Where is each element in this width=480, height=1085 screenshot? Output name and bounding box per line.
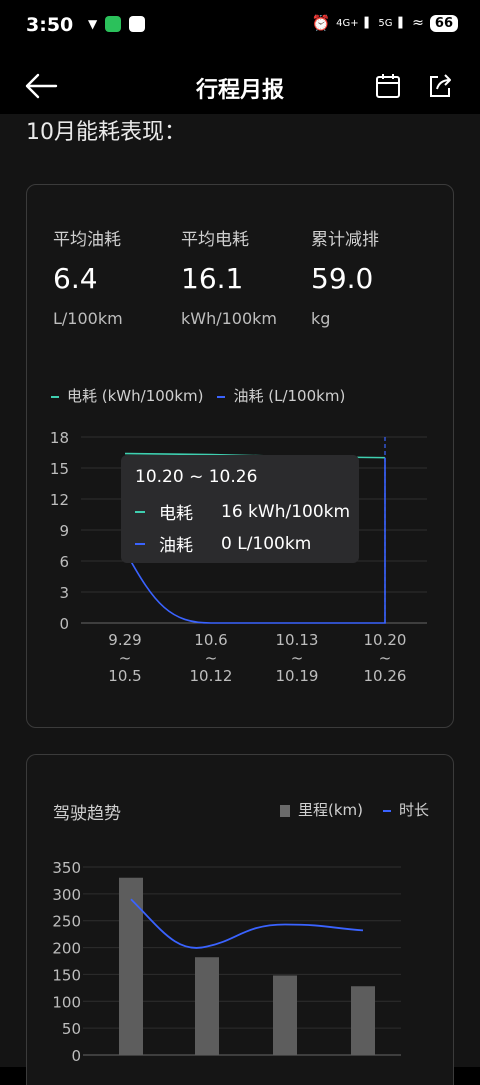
y-tick-label: 0 <box>71 1047 81 1065</box>
y-tick-label: 300 <box>52 886 81 904</box>
section-title: 10月能耗表现： <box>26 120 186 145</box>
stat-value: 59.0 <box>311 262 374 295</box>
wechat-icon <box>105 16 122 32</box>
x-tick-label: 10.13 <box>276 631 319 649</box>
chat-app-icon <box>129 16 146 32</box>
alarm-icon: ⏰ <box>311 14 331 32</box>
stat-unit: kWh/100km <box>181 309 278 328</box>
tooltip-title: 10.20 ~ 10.26 <box>135 467 258 487</box>
nav-bar: 行程月报 <box>0 52 480 114</box>
tooltip-row-name: 油耗 <box>159 536 193 556</box>
stat-value: 6.4 <box>53 262 98 295</box>
legend-electric[interactable]: 电耗 (kWh/100km) <box>51 385 203 406</box>
page-title: 行程月报 <box>195 78 284 103</box>
chart-tooltip: 10.20 ~ 10.26 电耗 16 kWh/100km 油耗 0 L/100… <box>121 455 359 563</box>
trend-card: 驾驶趋势 里程(km) 时长 0 50 100 150 200 250 300 350 <box>26 754 454 1085</box>
x-tick-label: 10.5 <box>108 667 141 685</box>
legend-electric-label: 电耗 (kWh/100km) <box>67 387 204 405</box>
energy-legend: 电耗 (kWh/100km) 油耗 (L/100km) <box>51 385 345 406</box>
y-tick-label: 200 <box>52 940 81 958</box>
tooltip-row-value: 0 L/100km <box>221 533 312 554</box>
status-bar: 3:50 ▼ ⏰ 4G+ ▌ 5G ▌ ≈ 66 <box>0 0 480 52</box>
status-right: ⏰ 4G+ ▌ 5G ▌ ≈ 66 <box>311 14 458 32</box>
y-tick-label: 6 <box>59 553 69 571</box>
y-tick-label: 3 <box>59 584 69 602</box>
x-tick-label: ~ <box>119 649 132 667</box>
mileage-bar <box>195 957 219 1055</box>
legend-mileage[interactable]: 里程(km) <box>279 799 363 820</box>
legend-duration[interactable]: 时长 <box>382 799 429 820</box>
y-tick-label: 12 <box>50 491 69 509</box>
y-tick-label: 150 <box>52 966 81 984</box>
wifi-icon: ≈ <box>412 15 424 31</box>
trend-chart[interactable]: 0 50 100 150 200 250 300 350 <box>27 845 453 1085</box>
stat-label: 累计减排 <box>311 230 379 250</box>
stat-value: 16.1 <box>181 262 244 295</box>
trend-title: 驾驶趋势 <box>53 804 121 824</box>
x-tick-label: ~ <box>205 649 218 667</box>
signal-icon: ▌ <box>364 17 373 29</box>
tooltip-row-electric: 电耗 16 kWh/100km <box>135 499 350 524</box>
network-4g: 4G+ <box>336 17 359 29</box>
legend-duration-label: 时长 <box>398 801 429 819</box>
stat-fuel: 平均油耗 6.4 L/100km <box>53 225 123 328</box>
x-tick-label: 10.26 <box>364 667 407 685</box>
mileage-bar <box>351 986 375 1055</box>
y-tick-label: 50 <box>62 1020 81 1038</box>
stat-unit: kg <box>311 309 331 328</box>
y-tick-label: 18 <box>50 429 69 447</box>
stat-emission: 累计减排 59.0 kg <box>311 225 379 328</box>
calendar-icon[interactable] <box>372 70 404 102</box>
stat-label: 平均电耗 <box>181 230 249 250</box>
y-tick-label: 100 <box>52 993 81 1011</box>
legend-fuel-label: 油耗 (L/100km) <box>233 387 346 405</box>
x-tick-label: ~ <box>379 649 392 667</box>
report-content[interactable]: 10月能耗表现： 平均油耗 6.4 L/100km 平均电耗 16.1 kWh/… <box>0 114 480 1085</box>
duration-line <box>130 898 364 949</box>
x-tick-label: ~ <box>291 649 304 667</box>
y-tick-label: 15 <box>50 460 69 478</box>
x-tick-label: 10.20 <box>364 631 407 649</box>
stat-electric: 平均电耗 16.1 kWh/100km <box>181 225 277 328</box>
signal-icon-2: ▌ <box>398 17 407 29</box>
battery-icon: 66 <box>429 14 458 32</box>
tooltip-row-fuel: 油耗 0 L/100km <box>135 531 311 556</box>
stat-unit: L/100km <box>53 309 123 328</box>
x-tick-label: 10.6 <box>194 631 227 649</box>
x-tick-label: 9.29 <box>108 631 141 649</box>
y-tick-label: 350 <box>52 859 81 877</box>
x-tick-label: 10.12 <box>190 667 233 685</box>
tooltip-row-value: 16 kWh/100km <box>221 501 351 522</box>
x-tick-label: 10.19 <box>276 667 319 685</box>
y-tick-label: 9 <box>59 522 69 540</box>
network-5g: 5G <box>378 17 393 29</box>
mileage-bar <box>119 877 143 1055</box>
stat-label: 平均油耗 <box>53 230 121 250</box>
mileage-bar <box>273 975 297 1055</box>
status-time: 3:50 <box>26 14 74 36</box>
energy-card: 平均油耗 6.4 L/100km 平均电耗 16.1 kWh/100km 累计减… <box>26 184 454 728</box>
legend-fuel[interactable]: 油耗 (L/100km) <box>217 385 345 406</box>
share-icon[interactable] <box>424 70 456 102</box>
legend-mileage-label: 里程(km) <box>297 801 363 819</box>
y-tick-label: 0 <box>59 615 69 633</box>
y-tick-label: 250 <box>52 913 81 931</box>
tooltip-row-name: 电耗 <box>159 504 193 524</box>
notification-icons: ▼ <box>88 16 146 32</box>
trend-legend: 里程(km) 时长 <box>279 799 429 820</box>
location-icon: ▼ <box>88 17 98 31</box>
